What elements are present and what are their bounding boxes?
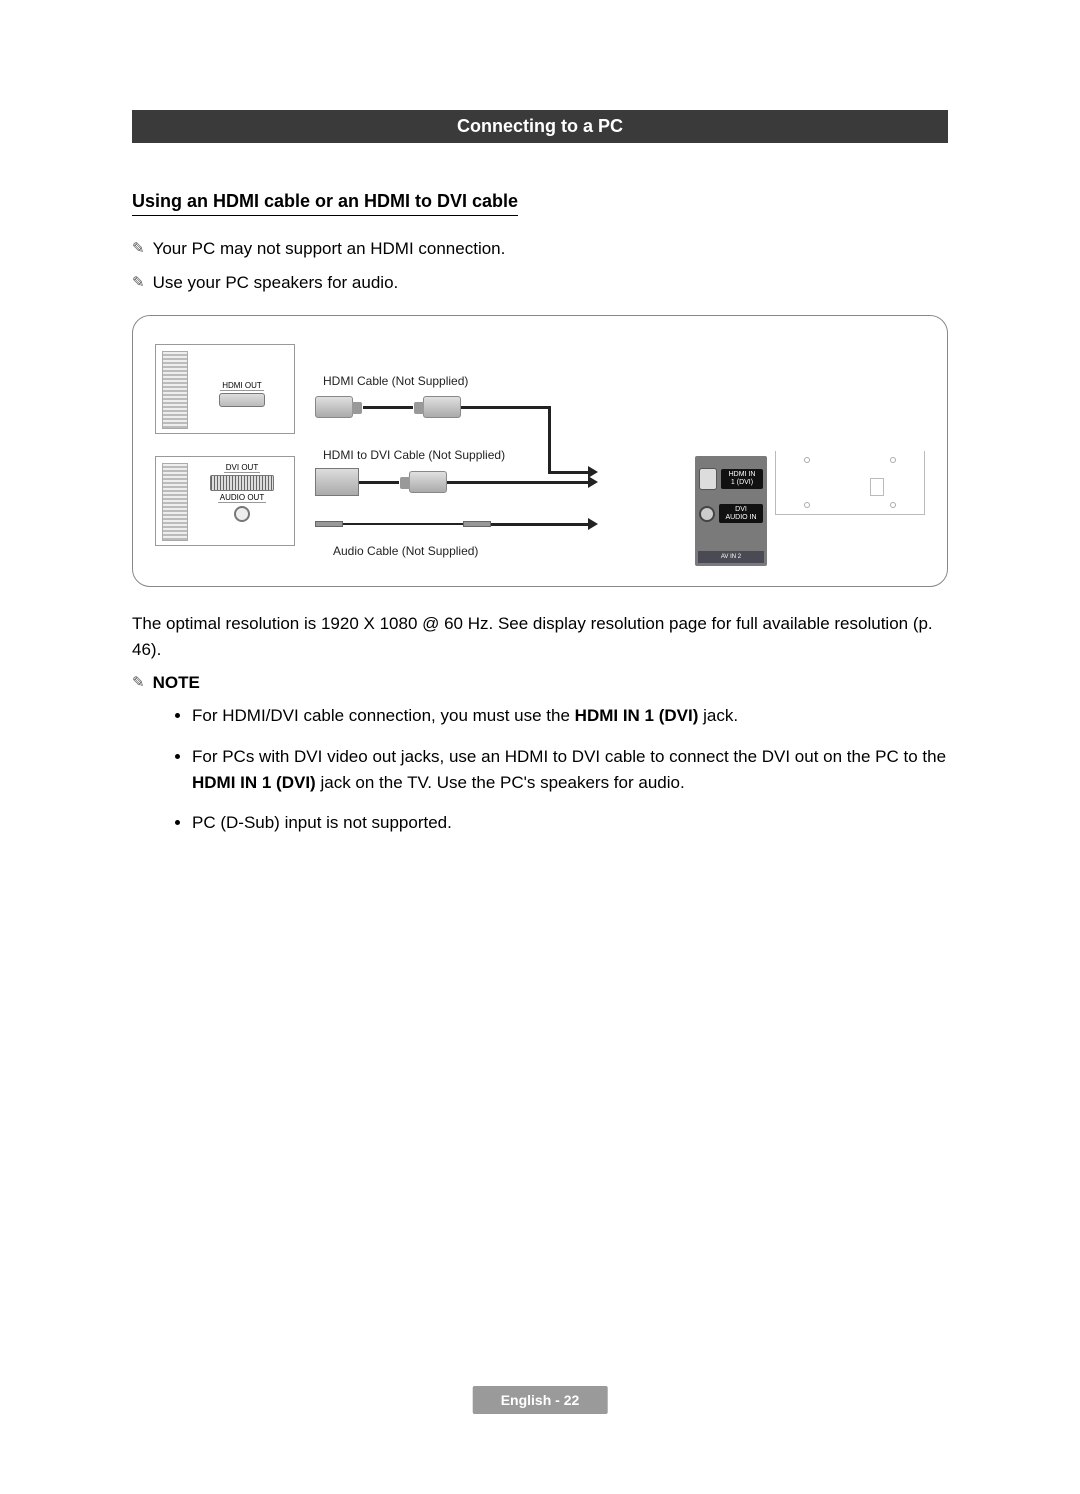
tv-audio-port: DVI AUDIO IN xyxy=(699,504,763,523)
tv-port-panel: HDMI IN 1 (DVI) DVI AUDIO IN AV IN 2 xyxy=(695,456,767,566)
tv-avin-label: AV IN 2 xyxy=(698,551,764,563)
hdmi-cable-label: HDMI Cable (Not Supplied) xyxy=(323,374,468,388)
bullet-post: jack. xyxy=(698,706,738,725)
screw-hole-icon xyxy=(890,457,896,463)
intro-note-2: ✎ Use your PC speakers for audio. xyxy=(132,270,948,296)
cable-line xyxy=(359,481,399,484)
tv-audio-label: DVI AUDIO IN xyxy=(719,504,763,523)
bullet-bold: HDMI IN 1 (DVI) xyxy=(575,706,699,725)
hdmi-dvi-cable-label: HDMI to DVI Cable (Not Supplied) xyxy=(323,448,505,462)
bullet-pre: PC (D-Sub) input is not supported. xyxy=(192,813,452,832)
bullet-post: jack on the TV. Use the PC's speakers fo… xyxy=(316,773,685,792)
audio-port-icon xyxy=(234,506,250,522)
footer-page: 22 xyxy=(564,1392,580,1408)
note-bullet-1: For HDMI/DVI cable connection, you must … xyxy=(192,703,948,729)
dvi-connector-icon xyxy=(315,468,359,496)
cable-line xyxy=(343,523,463,525)
audio-cable-label: Audio Cable (Not Supplied) xyxy=(333,544,478,558)
hdmi-connector-icon xyxy=(423,396,461,418)
note-bullet-3: PC (D-Sub) input is not supported. xyxy=(192,810,948,836)
note-icon: ✎ xyxy=(132,272,145,295)
pc-device-dvi: DVI OUT AUDIO OUT xyxy=(155,456,295,546)
tv-stand-icon xyxy=(775,451,925,515)
cable-line xyxy=(461,406,551,409)
stand-bracket-icon xyxy=(870,478,884,496)
audio-port-icon xyxy=(699,506,715,522)
bullet-pre: For PCs with DVI video out jacks, use an… xyxy=(192,747,946,766)
hdmi-connector-icon xyxy=(315,396,353,418)
hdmi-out-label: HDMI OUT xyxy=(220,381,264,391)
subheading: Using an HDMI cable or an HDMI to DVI ca… xyxy=(132,191,518,216)
section-header: Connecting to a PC xyxy=(132,110,948,143)
note-icon: ✎ xyxy=(132,672,145,695)
arrow-icon xyxy=(588,476,598,488)
dvi-out-label: DVI OUT xyxy=(224,463,260,473)
arrow-icon xyxy=(588,518,598,530)
hdmi-port-icon xyxy=(219,393,265,407)
footer-sep: - xyxy=(551,1392,563,1408)
hdmi-connector-icon xyxy=(409,471,447,493)
pc-port-area: HDMI OUT xyxy=(196,351,288,427)
cable-line xyxy=(548,406,551,474)
connection-diagram: HDMI OUT DVI OUT AUDIO OUT HDMI Cable (N… xyxy=(132,315,948,587)
pc-device-hdmi: HDMI OUT xyxy=(155,344,295,434)
audio-jack-icon xyxy=(315,521,343,527)
screw-hole-icon xyxy=(890,502,896,508)
bullet-bold: HDMI IN 1 (DVI) xyxy=(192,773,316,792)
note-heading: NOTE xyxy=(153,670,200,696)
screw-hole-icon xyxy=(804,457,810,463)
cable-line xyxy=(363,406,413,409)
tv-hdmi-port: HDMI IN 1 (DVI) xyxy=(699,468,763,490)
note-icon: ✎ xyxy=(132,238,145,261)
cable-line xyxy=(491,523,588,526)
footer-lang: English xyxy=(501,1392,552,1408)
intro-note-text-2: Use your PC speakers for audio. xyxy=(153,270,399,296)
section-title: Connecting to a PC xyxy=(457,116,623,136)
pc-port-area: DVI OUT AUDIO OUT xyxy=(196,463,288,539)
resolution-text: The optimal resolution is 1920 X 1080 @ … xyxy=(132,611,948,664)
audio-out-label: AUDIO OUT xyxy=(218,493,266,503)
page-footer: English - 22 xyxy=(473,1386,608,1414)
pc-vent-icon xyxy=(162,351,188,429)
dvi-port-icon xyxy=(210,475,274,491)
note-bullet-2: For PCs with DVI video out jacks, use an… xyxy=(192,744,948,797)
cable-line xyxy=(447,481,588,484)
subheading-wrap: Using an HDMI cable or an HDMI to DVI ca… xyxy=(132,191,948,236)
intro-note-text-1: Your PC may not support an HDMI connecti… xyxy=(153,236,506,262)
tv-hdmi-label: HDMI IN 1 (DVI) xyxy=(721,469,763,488)
hdmi-port-icon xyxy=(699,468,717,490)
note-bullet-list: For HDMI/DVI cable connection, you must … xyxy=(192,703,948,836)
screw-hole-icon xyxy=(804,502,810,508)
bullet-pre: For HDMI/DVI cable connection, you must … xyxy=(192,706,575,725)
intro-note-1: ✎ Your PC may not support an HDMI connec… xyxy=(132,236,948,262)
pc-vent-icon xyxy=(162,463,188,541)
audio-jack-icon xyxy=(463,521,491,527)
cable-line xyxy=(548,471,588,474)
note-heading-line: ✎ NOTE xyxy=(132,670,948,696)
